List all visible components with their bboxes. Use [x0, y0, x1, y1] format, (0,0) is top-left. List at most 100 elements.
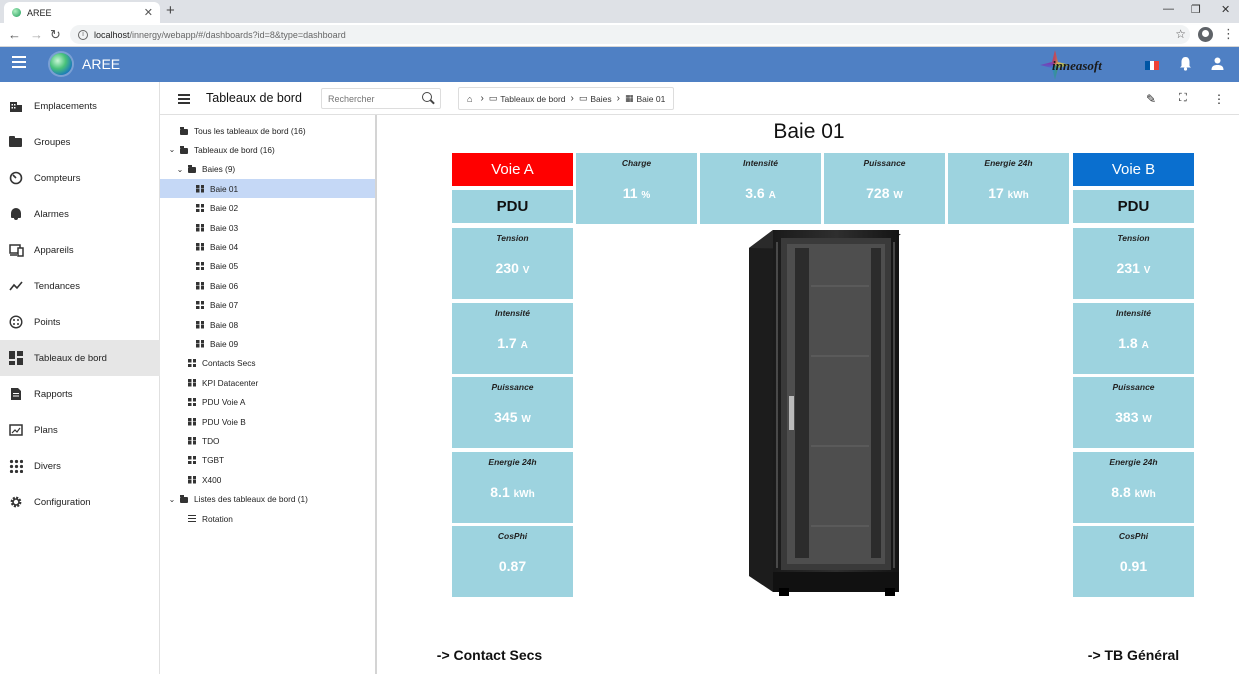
menu-icon[interactable] — [12, 56, 26, 70]
tree-row[interactable]: Tous les tableaux de bord (16) — [160, 121, 375, 140]
french-flag-icon[interactable] — [1145, 61, 1160, 70]
info-icon[interactable]: i — [78, 29, 88, 40]
tree-row[interactable]: PDU Voie B — [160, 412, 375, 431]
dashboard-icon — [196, 320, 204, 329]
metric-unit: A — [520, 339, 528, 351]
devices-icon — [9, 243, 24, 257]
nav-item-emplacements[interactable]: Emplacements — [0, 88, 160, 124]
tree-row-label: Baie 08 — [210, 319, 239, 330]
nav-item-divers[interactable]: Divers — [0, 448, 160, 484]
summary-label: Energie 24h — [984, 158, 1033, 168]
notifications-bell-icon[interactable] — [1179, 56, 1192, 71]
metric-tile: Tension 231 V — [1073, 228, 1194, 299]
nav-item-label: Tendances — [34, 280, 80, 292]
edit-pencil-icon[interactable]: ✎ — [1146, 92, 1156, 106]
nav-item-configuration[interactable]: Configuration — [0, 484, 160, 520]
tree-row[interactable]: KPI Datacenter — [160, 373, 375, 392]
tree-row[interactable]: Baie 06 — [160, 276, 375, 295]
tree-row[interactable]: Baie 04 — [160, 237, 375, 256]
dashboard-icon — [188, 398, 196, 407]
tree-row[interactable]: TDO — [160, 431, 375, 450]
breadcrumb-item-baie01[interactable]: Baie 01 — [637, 94, 666, 104]
tree-row[interactable]: Baie 05 — [160, 257, 375, 276]
back-icon[interactable]: ← — [8, 27, 21, 42]
nav-item-label: Tableaux de bord — [34, 352, 107, 364]
chevron-down-icon[interactable]: ⌄ — [176, 165, 184, 174]
reload-icon[interactable]: ↻ — [50, 27, 61, 43]
tree-row[interactable]: Baie 02 — [160, 199, 375, 218]
tree-row[interactable]: Baie 09 — [160, 334, 375, 353]
folder-icon — [188, 165, 196, 174]
nav-item-alarmes[interactable]: Alarmes — [0, 196, 160, 232]
link-contact-secs[interactable]: -> Contact Secs — [429, 639, 550, 672]
tree-row[interactable]: Contacts Secs — [160, 354, 375, 373]
tree-row[interactable]: ⌄ Tableaux de bord (16) — [160, 140, 375, 159]
metric-unit: V — [522, 265, 530, 276]
chevron-down-icon[interactable]: ⌄ — [168, 495, 176, 504]
profile-icon[interactable] — [1198, 27, 1213, 42]
dashboard-tree: Tous les tableaux de bord (16) ⌄ Tableaux … — [160, 115, 377, 674]
chevron-down-icon[interactable]: ⌄ — [168, 145, 176, 154]
browser-tab[interactable]: AREE ✕ — [4, 2, 160, 23]
tree-row[interactable]: ⌄ Listes des tableaux de bord (1) — [160, 490, 375, 509]
address-bar[interactable]: i localhost/innergy/webapp/#/dashboards?… — [70, 25, 1190, 44]
tree-row-label: Baie 07 — [210, 300, 239, 311]
trend-icon — [9, 279, 23, 293]
tree-row[interactable]: PDU Voie A — [160, 393, 375, 412]
nav-item-points[interactable]: Points — [0, 304, 160, 340]
metric-tile: Energie 24h 8.1 kWh — [452, 451, 573, 523]
bookmark-star-icon[interactable]: ☆ — [1175, 27, 1186, 41]
close-tab-icon[interactable]: ✕ — [144, 6, 153, 19]
tree-row[interactable]: ⌄ Baies (9) — [160, 160, 375, 179]
dashboard-icon — [196, 223, 204, 232]
browser-menu-icon[interactable]: ⋮ — [1222, 26, 1235, 42]
tree-row[interactable]: Baie 07 — [160, 296, 375, 315]
metric-unit: kWh — [513, 488, 535, 500]
nav-item-compteurs[interactable]: Compteurs — [0, 160, 160, 196]
summary-value: 17 kWh — [988, 185, 1029, 201]
folder-icon — [180, 126, 188, 135]
breadcrumb-item-baies[interactable]: Baies — [590, 94, 611, 104]
home-icon[interactable]: ⌂ — [467, 94, 472, 104]
summary-label: Intensité — [743, 158, 778, 168]
search-icon[interactable] — [422, 92, 432, 102]
new-tab-icon[interactable]: + — [166, 2, 175, 19]
breadcrumb-item-tableaux[interactable]: Tableaux de bord — [500, 94, 565, 104]
dashboard-icon — [188, 417, 196, 426]
folder-outline-icon: ▭ — [578, 93, 588, 103]
nav-item-plans[interactable]: Plans — [0, 412, 160, 448]
forward-icon[interactable]: → — [30, 27, 43, 42]
nav-item-label: Divers — [34, 460, 61, 472]
summary-tile: Puissance 728 W — [824, 153, 945, 224]
tree-row[interactable]: Baie 01 — [160, 179, 375, 199]
link-tb-general[interactable]: -> TB Général — [1073, 639, 1194, 672]
metric-tile: CosPhi 0.91 — [1073, 526, 1194, 597]
close-window-icon[interactable]: ✕ — [1221, 3, 1230, 16]
tree-row[interactable]: X400 — [160, 470, 375, 489]
restore-icon[interactable]: ❐ — [1191, 3, 1201, 16]
tree-row-label: Baie 03 — [210, 222, 239, 233]
tree-row[interactable]: TGBT — [160, 451, 375, 470]
toggle-tree-menu-icon[interactable] — [178, 94, 190, 104]
server-rack-image — [749, 230, 901, 596]
voie-a-header: Voie A — [452, 153, 573, 186]
nav-item-tendances[interactable]: Tendances — [0, 268, 160, 304]
address-bar-row: ← → ↻ i localhost/innergy/webapp/#/dashb… — [0, 23, 1239, 47]
dashboard-outline-icon: ▦ — [624, 93, 634, 103]
tree-row[interactable]: Baie 08 — [160, 315, 375, 334]
minimize-icon[interactable]: — — [1163, 3, 1174, 15]
user-account-icon[interactable] — [1211, 57, 1224, 70]
nav-item-tableaux-de-bord[interactable]: Tableaux de bord — [0, 340, 160, 376]
nav-item-rapports[interactable]: Rapports — [0, 376, 160, 412]
more-options-icon[interactable]: ⋮ — [1213, 92, 1225, 106]
summary-value: 11 % — [622, 185, 651, 201]
fullscreen-icon[interactable]: ⛶ — [1179, 92, 1187, 105]
tree-row-label: PDU Voie A — [202, 397, 246, 408]
dashboard-icon — [196, 262, 204, 271]
tree-row[interactable]: Rotation — [160, 509, 375, 528]
tree-row[interactable]: Baie 03 — [160, 218, 375, 237]
nav-item-appareils[interactable]: Appareils — [0, 232, 160, 268]
nav-item-groupes[interactable]: Groupes — [0, 124, 160, 160]
summary-unit: % — [641, 190, 651, 201]
tree-row-label: Baie 09 — [210, 338, 239, 349]
